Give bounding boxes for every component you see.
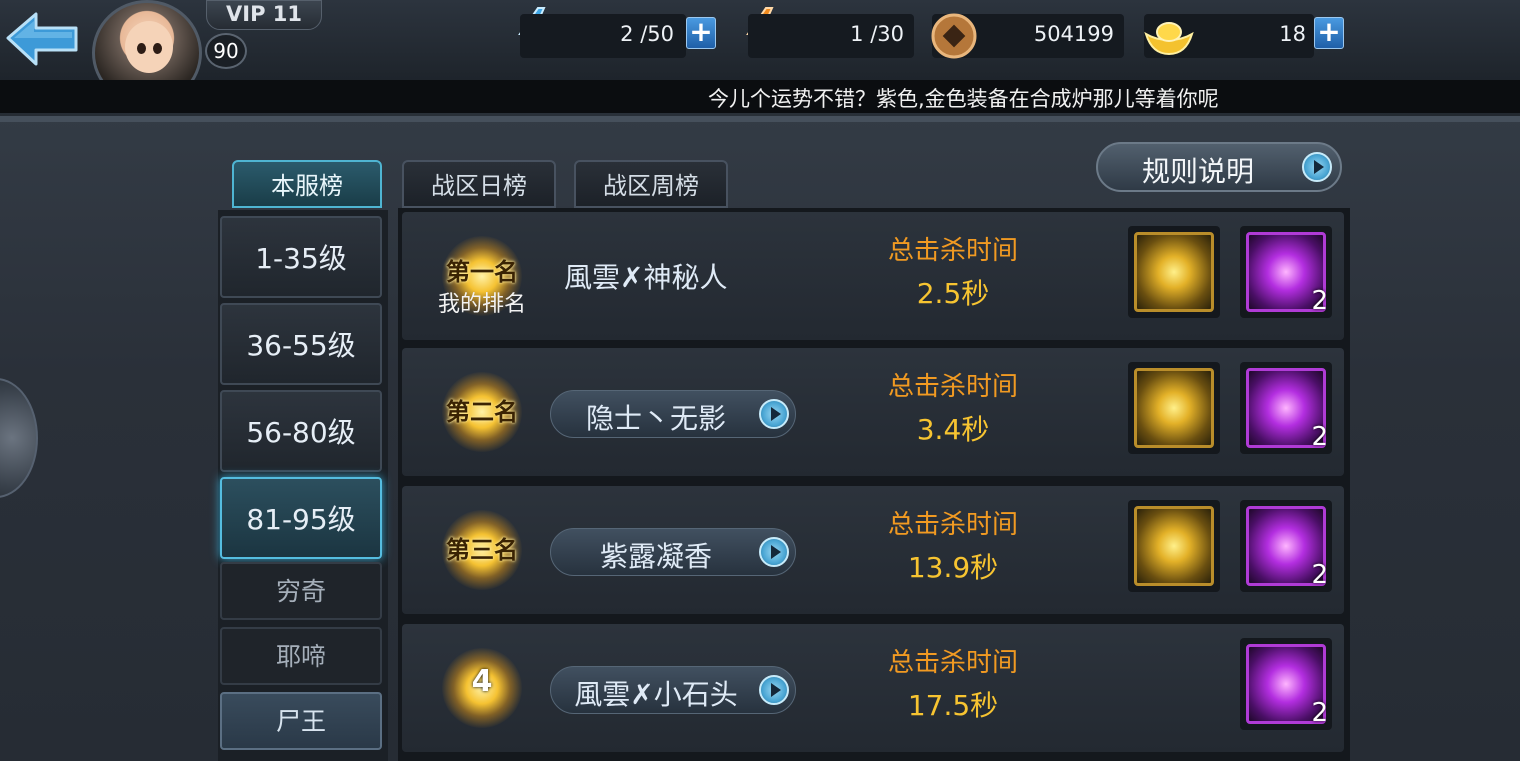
player-name-button[interactable]: 紫露凝香 bbox=[550, 528, 796, 576]
reward-count: 2 bbox=[1311, 286, 1328, 316]
rank-text: 第二名 bbox=[446, 398, 518, 426]
rules-button[interactable]: 规则说明 bbox=[1096, 142, 1342, 192]
tab-zone-daily[interactable]: 战区日榜 bbox=[402, 160, 556, 208]
reward-count: 2 bbox=[1311, 698, 1328, 728]
ingots-value: 18 bbox=[1279, 22, 1306, 46]
sidebar-boss-qiongqi[interactable]: 穷奇 bbox=[220, 562, 382, 620]
rank-text: 第一名 bbox=[446, 258, 518, 286]
back-arrow-icon[interactable] bbox=[4, 8, 82, 68]
rank-text: 第三名 bbox=[446, 536, 518, 564]
reward-count: 2 bbox=[1311, 422, 1328, 452]
player-name: 風雲✗小石头 bbox=[574, 678, 738, 711]
panel-border bbox=[0, 116, 1520, 122]
arrow-right-icon bbox=[759, 537, 789, 567]
vigor-box: 1 /30 bbox=[748, 14, 914, 58]
tab-server-ranking[interactable]: 本服榜 bbox=[232, 160, 382, 208]
arrow-right-icon bbox=[759, 399, 789, 429]
ingots-plus-button[interactable]: + bbox=[1314, 17, 1344, 49]
sidebar-level-36-55[interactable]: 36-55级 bbox=[220, 303, 382, 385]
rank-number: 4 bbox=[471, 664, 493, 699]
avatar-face bbox=[125, 21, 173, 73]
ranking-row: 第一名 我的排名 風雲✗神秘人 总击杀时间 2.5秒 2 bbox=[402, 212, 1344, 340]
reward-slot[interactable]: 2 bbox=[1240, 362, 1332, 454]
arrow-right-icon bbox=[759, 675, 789, 705]
reward-slot[interactable] bbox=[1128, 500, 1220, 592]
sidebar-level-56-80[interactable]: 56-80级 bbox=[220, 390, 382, 472]
rank-badge: 第一名 我的排名 bbox=[418, 212, 546, 340]
avatar-eye bbox=[137, 43, 146, 54]
gold-ingot-icon bbox=[1144, 22, 1194, 56]
player-name: 風雲✗神秘人 bbox=[564, 261, 728, 294]
player-name: 隐士丶无影 bbox=[585, 402, 726, 435]
stamina-value: 2 /50 bbox=[620, 22, 674, 46]
ranking-row: 第二名 隐士丶无影 总击杀时间 3.4秒 2 bbox=[402, 348, 1344, 476]
vigor-value: 1 /30 bbox=[850, 22, 904, 46]
sidebar-boss-yeti[interactable]: 耶啼 bbox=[220, 627, 382, 685]
sidebar-level-81-95[interactable]: 81-95级 bbox=[220, 477, 382, 559]
ranking-row: 第三名 紫露凝香 总击杀时间 13.9秒 2 bbox=[402, 486, 1344, 614]
vip-badge: VIP 11 bbox=[206, 0, 322, 30]
player-name-button[interactable]: 隐士丶无影 bbox=[550, 390, 796, 438]
player-name: 紫露凝香 bbox=[599, 540, 712, 573]
rank-badge: 第三名 bbox=[418, 486, 546, 614]
gold-pentagon-icon bbox=[1134, 368, 1214, 448]
kill-time: 13.9秒 bbox=[907, 551, 999, 584]
stat-label: 总击杀时间 bbox=[887, 372, 1018, 402]
reward-slot[interactable] bbox=[1128, 362, 1220, 454]
kill-time: 17.5秒 bbox=[907, 689, 999, 722]
coins-value: 504199 bbox=[1033, 22, 1114, 46]
reward-slot[interactable]: 2 bbox=[1240, 500, 1332, 592]
stamina-plus-button[interactable]: + bbox=[686, 17, 716, 49]
tab-zone-weekly[interactable]: 战区周榜 bbox=[574, 160, 728, 208]
sidebar-level-1-35[interactable]: 1-35级 bbox=[220, 216, 382, 298]
avatar-eye bbox=[153, 43, 162, 54]
rank-badge: 第二名 bbox=[418, 348, 546, 476]
arrow-right-icon bbox=[1302, 152, 1332, 182]
reward-slot[interactable]: 2 bbox=[1240, 226, 1332, 318]
reward-slot[interactable]: 2 bbox=[1240, 638, 1332, 730]
ranking-row: 4 風雲✗小石头 总击杀时间 17.5秒 2 bbox=[402, 624, 1344, 752]
reward-count: 2 bbox=[1311, 560, 1328, 590]
kill-time: 3.4秒 bbox=[916, 413, 990, 446]
ticker-text: 今儿个运势不错？紫色,金色装备在合成炉那儿等着你呢 bbox=[708, 87, 1219, 111]
announcement-ticker: 今儿个运势不错？紫色,金色装备在合成炉那儿等着你呢 bbox=[0, 80, 1520, 113]
rank-sub-text: 我的排名 bbox=[437, 292, 526, 317]
kill-time: 2.5秒 bbox=[916, 277, 990, 310]
stat-label: 总击杀时间 bbox=[887, 236, 1018, 266]
stamina-box: 2 /50 bbox=[520, 14, 686, 58]
sidebar-boss-shiwang[interactable]: 尸王 bbox=[220, 692, 382, 750]
stat-label: 总击杀时间 bbox=[887, 510, 1018, 540]
reward-slot[interactable] bbox=[1128, 226, 1220, 318]
stat-label: 总击杀时间 bbox=[887, 648, 1018, 678]
gold-pentagon-icon bbox=[1134, 232, 1214, 312]
copper-coin-icon bbox=[931, 13, 977, 59]
rules-label: 规则说明 bbox=[1142, 155, 1255, 188]
player-name-button[interactable]: 風雲✗小石头 bbox=[550, 666, 796, 714]
player-level: 90 bbox=[205, 33, 247, 69]
gold-pentagon-icon bbox=[1134, 506, 1214, 586]
rank-badge: 4 bbox=[418, 624, 546, 752]
